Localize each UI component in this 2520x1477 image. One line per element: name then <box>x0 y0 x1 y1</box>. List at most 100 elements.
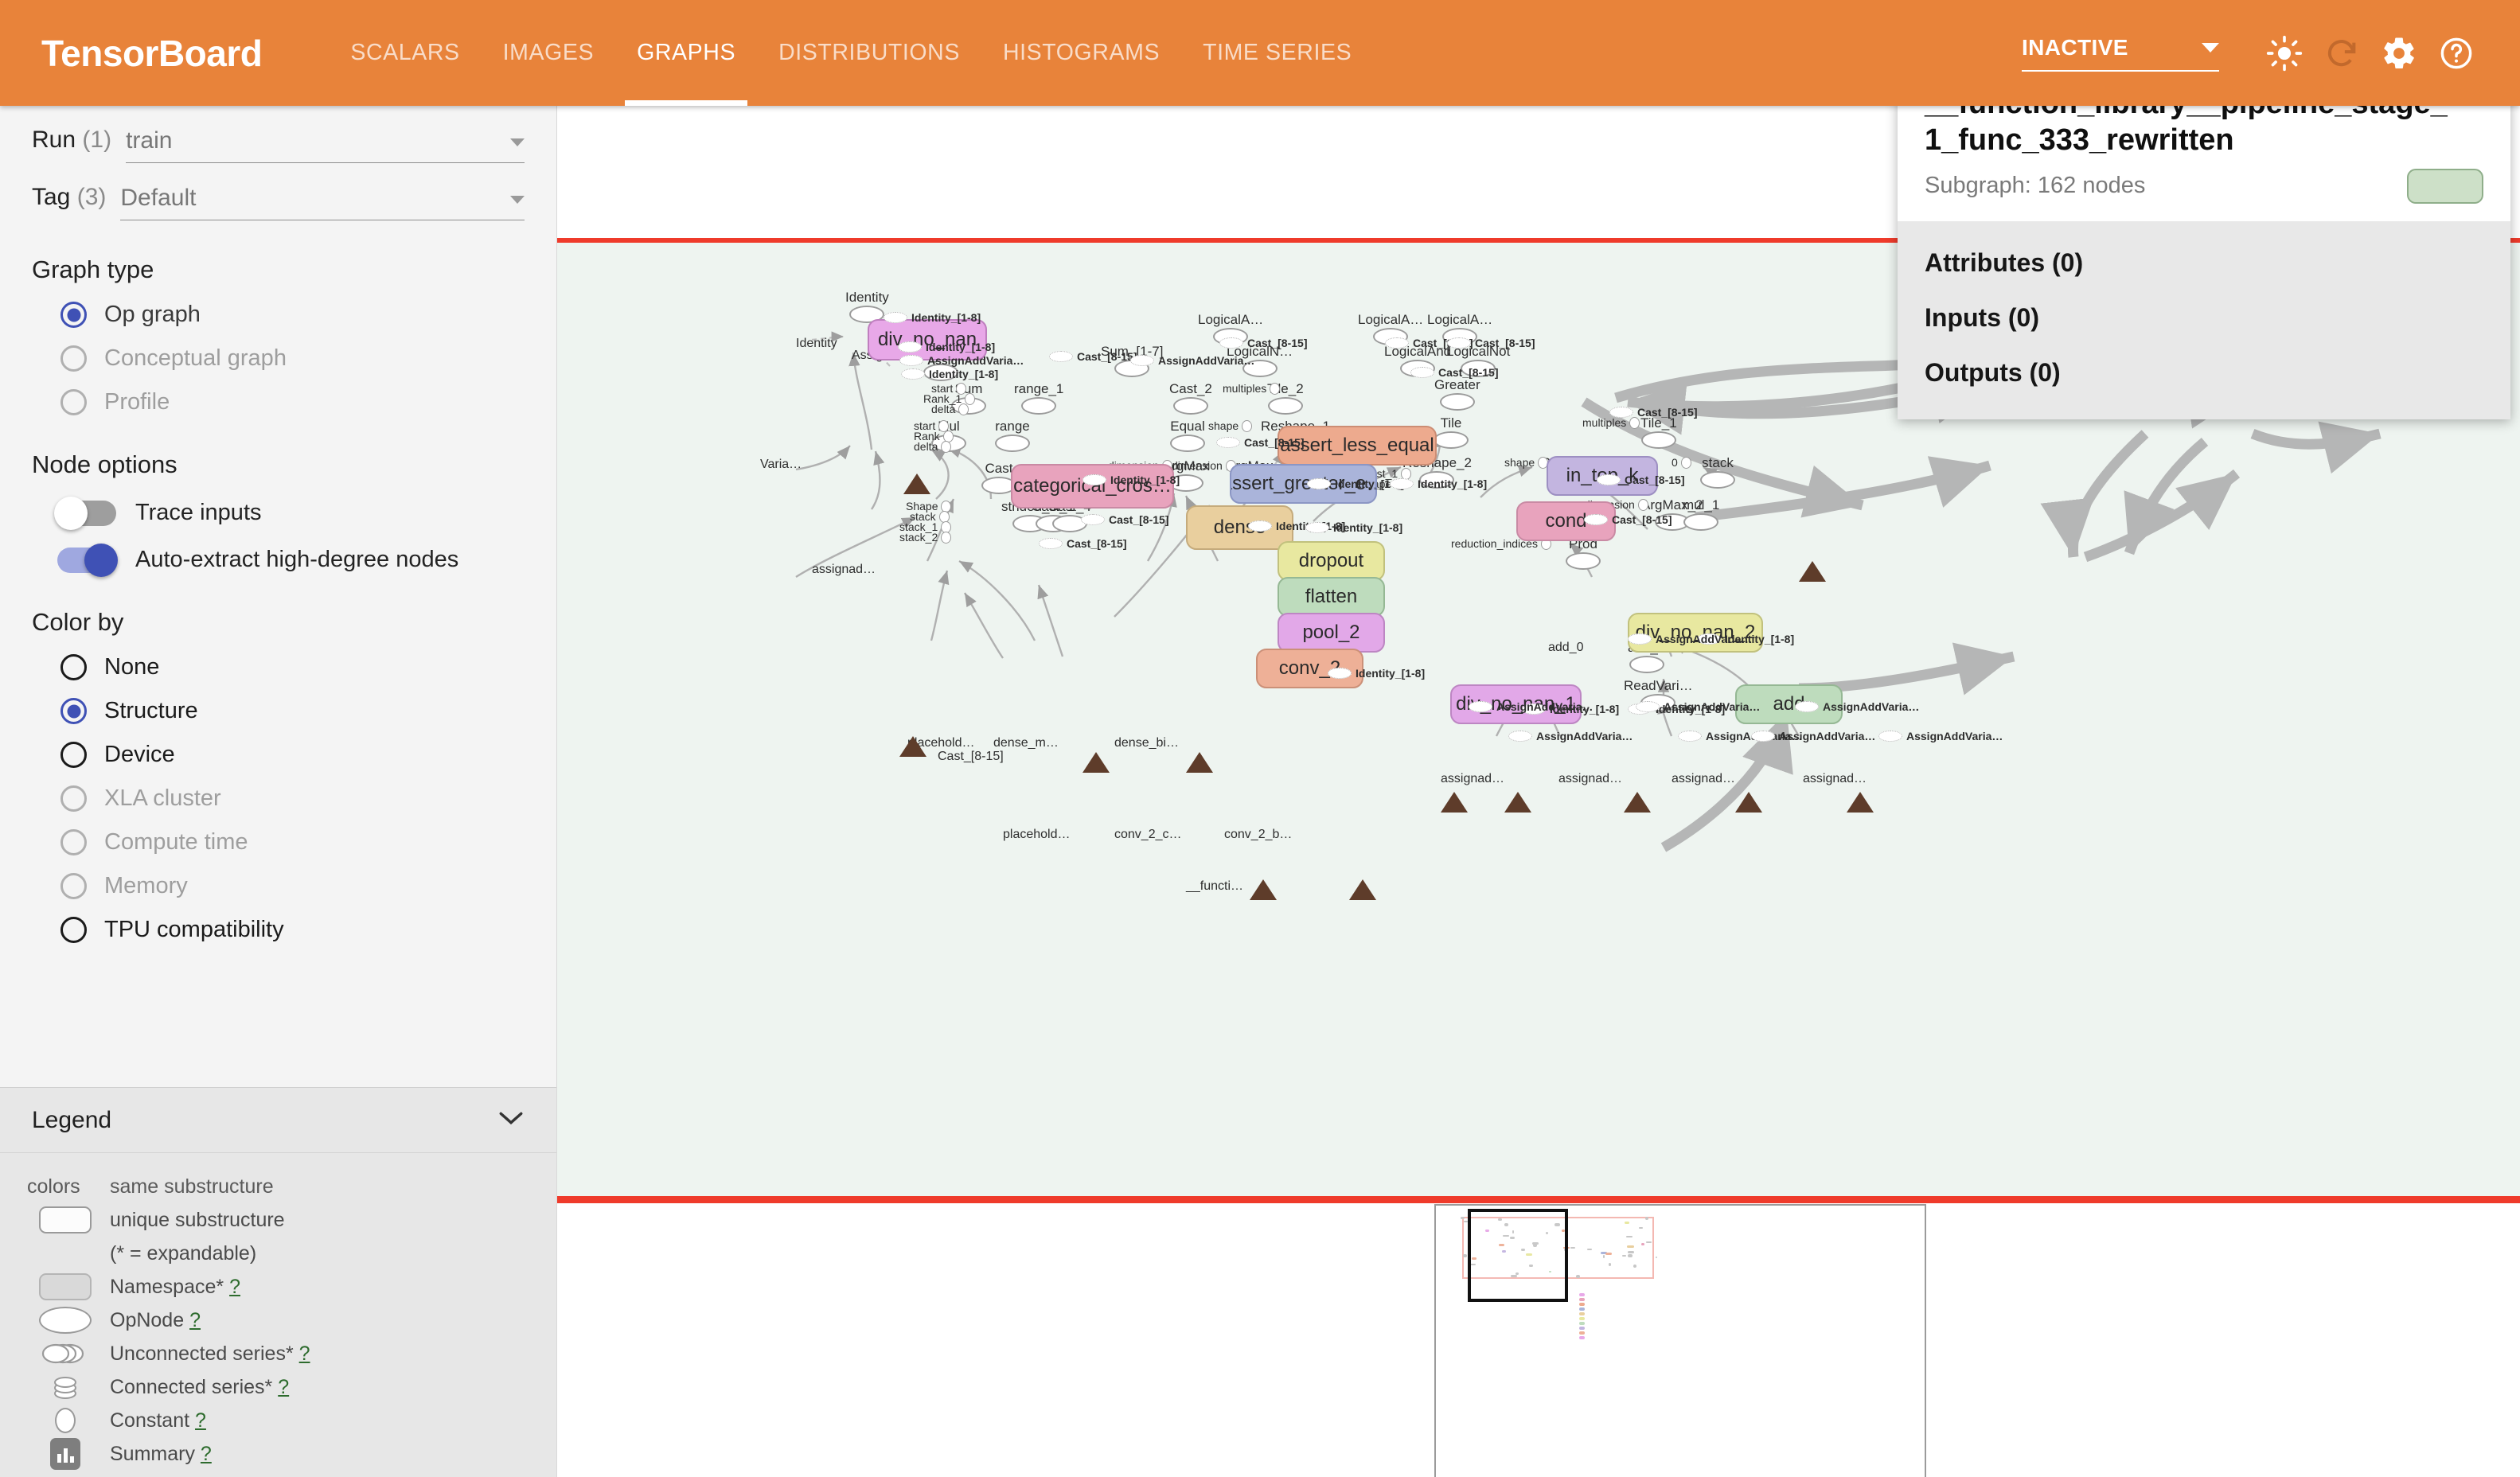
tag-select[interactable]: Default <box>120 185 525 220</box>
summary-triangle-icon[interactable] <box>1083 752 1110 773</box>
tab-images[interactable]: IMAGES <box>482 0 615 106</box>
help-link[interactable]: ? <box>278 1376 289 1398</box>
radio-label: Structure <box>104 698 198 724</box>
op-node-label: Equal <box>1170 419 1204 433</box>
graph-viewport[interactable]: IdentitySumMulrange_1rangeCastSum_[1-7]C… <box>557 106 2520 1477</box>
op-node-equal[interactable]: Equal <box>1170 419 1205 452</box>
edge-label: Identity_[1-8] <box>1083 473 1180 486</box>
edge-label-text: Cast_[8-15] <box>1247 337 1307 349</box>
op-node-identity[interactable]: Identity <box>845 290 889 323</box>
edge-label-text: Identity_[1-8] <box>1333 521 1402 534</box>
op-node-tile_1[interactable]: Tile_1 <box>1640 416 1677 449</box>
radio-color-device[interactable]: Device <box>32 742 525 768</box>
legend-header[interactable]: Legend <box>0 1088 556 1153</box>
radio-color-xla-cluster[interactable]: XLA cluster <box>32 785 525 812</box>
op-node-stack[interactable]: stack <box>1700 456 1735 489</box>
run-count: (1) <box>82 127 111 153</box>
outputs-section[interactable]: Outputs (0) <box>1925 345 2483 400</box>
op-node-range[interactable]: range <box>995 419 1030 452</box>
graph-type-heading: Graph type <box>32 255 525 284</box>
refresh-icon[interactable] <box>2313 25 2370 82</box>
radio-label: Conceptual graph <box>104 345 287 372</box>
summary-triangle-icon[interactable] <box>1441 792 1468 813</box>
tab-graphs[interactable]: GRAPHS <box>615 0 757 106</box>
inputs-section[interactable]: Inputs (0) <box>1925 290 2483 345</box>
help-link[interactable]: ? <box>299 1343 310 1365</box>
summary-triangle-icon[interactable] <box>903 473 930 494</box>
radio-color-compute-time[interactable]: Compute time <box>32 829 525 855</box>
legend-row-label: unique substructure <box>110 1209 285 1232</box>
port-label: 0 <box>1672 456 1678 469</box>
opnode-ellipse-icon <box>1268 397 1303 415</box>
edge-label: Cast_[8-15] <box>1584 513 1672 526</box>
minimap-node-dot <box>1628 1254 1633 1257</box>
op-node-prod[interactable]: Prod <box>1566 537 1601 570</box>
gear-icon[interactable] <box>2370 25 2428 82</box>
edge-label-text: Identity_[1-8] <box>929 368 998 380</box>
toggle-auto-extract-high-degree-nodes[interactable]: Auto-extract high-degree nodes <box>32 547 525 573</box>
summary-triangle-icon[interactable] <box>1349 879 1376 900</box>
op-node-range_1[interactable]: range_1 <box>1014 382 1063 415</box>
graph-node-categorical_cros[interactable]: categorical_cros… <box>1011 464 1174 509</box>
node-port: delta <box>914 440 951 453</box>
run-select[interactable]: train <box>126 127 525 163</box>
op-node-mul_1[interactable]: mul_1 <box>1683 498 1719 531</box>
edge-pill-icon <box>1130 355 1154 366</box>
radio-color-tpu-compatibility[interactable]: TPU compatibility <box>32 917 525 943</box>
summary-triangle-icon[interactable] <box>1799 561 1826 582</box>
op-node-label: range_1 <box>1014 382 1063 396</box>
attributes-section[interactable]: Attributes (0) <box>1925 236 2483 290</box>
graph-node-pool_2[interactable]: pool_2 <box>1278 613 1385 653</box>
legend-row-label: OpNode <box>110 1309 184 1331</box>
tab-scalars[interactable]: SCALARS <box>329 0 481 106</box>
summary-triangle-icon[interactable] <box>1624 792 1651 813</box>
radio-profile[interactable]: Profile <box>32 389 525 415</box>
legend-items: colors same substructure unique substruc… <box>0 1153 556 1477</box>
summary-triangle-icon[interactable] <box>1847 792 1874 813</box>
edge-label-text: AssignAddVaria… <box>1656 633 1752 645</box>
legend-row-namespace: Namespace* ? <box>0 1271 556 1303</box>
toggle-trace-inputs[interactable]: Trace inputs <box>32 500 525 526</box>
port-label: dimension <box>1172 459 1223 472</box>
radio-color-structure[interactable]: Structure <box>32 698 525 724</box>
radio-op-graph[interactable]: Op graph <box>32 302 525 328</box>
tab-histograms[interactable]: HISTOGRAMS <box>981 0 1181 106</box>
tab-distributions[interactable]: DISTRIBUTIONS <box>757 0 981 106</box>
help-link[interactable]: ? <box>229 1276 240 1298</box>
run-value: train <box>126 127 172 154</box>
radio-indicator <box>60 345 87 372</box>
summary-triangle-icon[interactable] <box>899 736 926 757</box>
edge-label: Identity_[1-8] <box>1390 477 1487 490</box>
help-link[interactable]: ? <box>195 1409 206 1432</box>
tab-time-series[interactable]: TIME SERIES <box>1181 0 1373 106</box>
graph-node-dropout[interactable]: dropout <box>1278 541 1385 581</box>
port-label: delta <box>914 440 938 453</box>
help-icon[interactable] <box>2428 25 2485 82</box>
node-color-swatch <box>2407 169 2483 204</box>
op-node-cast_2[interactable]: Cast_2 <box>1169 382 1212 415</box>
help-link[interactable]: ? <box>201 1443 212 1465</box>
summary-triangle-icon[interactable] <box>1186 752 1213 773</box>
op-node-tile[interactable]: Tile <box>1434 416 1469 449</box>
graph-minimap[interactable] <box>1434 1204 1926 1477</box>
graph-node-flatten[interactable]: flatten <box>1278 577 1385 617</box>
edge-label: Cast_[8-15] <box>1081 513 1168 526</box>
summary-triangle-icon[interactable] <box>1735 792 1762 813</box>
summary-triangle-icon[interactable] <box>1250 879 1277 900</box>
inactive-runs-selector[interactable]: INACTIVE <box>2022 35 2219 72</box>
port-label: stack_2 <box>899 531 938 544</box>
op-node-label: Cast <box>985 462 1013 475</box>
edge-label: AssignAddVaria… <box>1795 700 1919 713</box>
op-node-greater[interactable]: Greater <box>1434 378 1480 411</box>
graph-text-label: assignad… <box>1558 772 1622 786</box>
radio-color-memory[interactable]: Memory <box>32 873 525 899</box>
brightness-icon[interactable] <box>2256 25 2313 82</box>
radio-color-none[interactable]: None <box>32 654 525 680</box>
edge-pill-icon <box>1447 337 1471 349</box>
radio-label: XLA cluster <box>104 785 221 812</box>
summary-triangle-icon[interactable] <box>1504 792 1531 813</box>
edge-label: Identity_[1-8] <box>898 341 995 353</box>
help-link[interactable]: ? <box>189 1309 201 1331</box>
radio-conceptual-graph[interactable]: Conceptual graph <box>32 345 525 372</box>
minimap-viewport-rect[interactable] <box>1468 1209 1568 1302</box>
